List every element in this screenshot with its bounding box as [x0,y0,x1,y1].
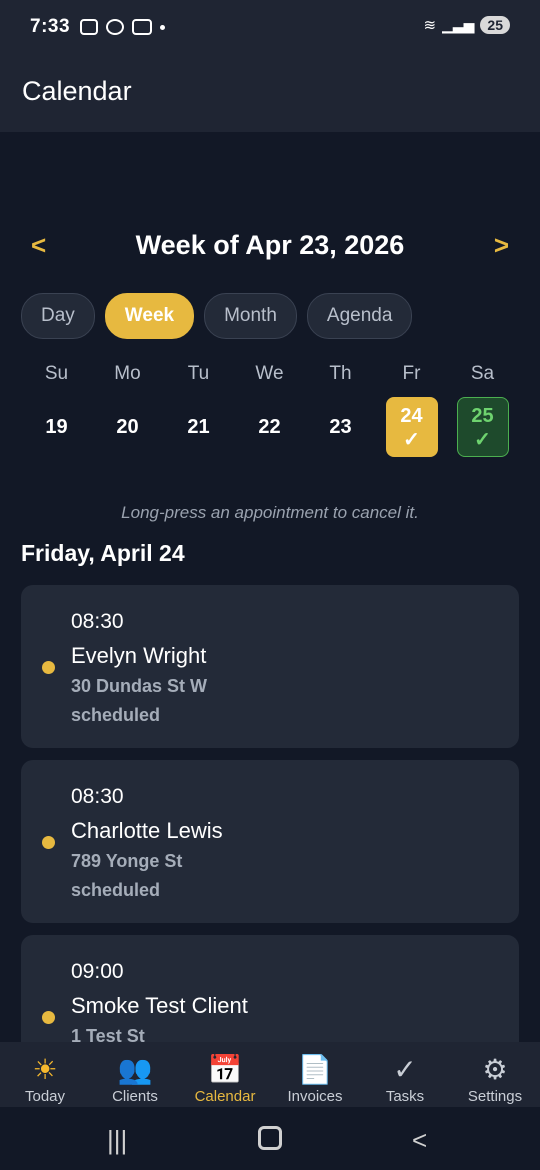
date-cell-22[interactable]: 22 [234,397,305,457]
app-bar: Calendar [0,52,540,132]
tab-calendar[interactable]: 📅 Calendar [180,1042,270,1107]
screenshot-icon [80,19,98,35]
tab-label: Tasks [385,1088,425,1105]
calendar-icon: 📅 [207,1054,243,1085]
appointment-list: 08:30 Evelyn Wright 30 Dundas St W sched… [21,585,519,1110]
tab-label: Invoices [287,1088,343,1105]
home-icon[interactable] [258,1126,282,1150]
tab-tasks[interactable]: ✓ Tasks [360,1042,450,1107]
tab-agenda[interactable]: Agenda [306,293,413,339]
page-title: Calendar [22,76,132,106]
back-icon[interactable]: < [412,1125,427,1156]
date-number: 24 [400,404,423,427]
date-cell-25[interactable]: 25 ✓ [447,397,518,457]
date-number: 20 [116,415,139,438]
status-time: 7:33 [30,16,71,37]
battery-indicator: 25 [480,16,510,34]
status-dot [42,836,55,849]
date-number: 19 [45,415,68,438]
people-icon: 👥 [117,1054,153,1085]
date-cell-19[interactable]: 19 [21,397,92,457]
status-system-icons: ≋ ▁▃▅ 25 [424,16,510,34]
app-notification-icon [106,19,124,35]
completed-date: 25 ✓ [456,397,509,457]
gear-icon: ⚙ [482,1054,508,1085]
appointment-time: 08:30 [71,610,124,633]
client-address: 789 Yonge St [71,851,183,871]
cancel-hint: Long-press an appointment to cancel it. [121,503,419,522]
recent-apps-icon[interactable]: ||| [107,1125,127,1156]
date-cell-24[interactable]: 24 ✓ [376,397,447,457]
weekday-label: Fr [402,363,421,384]
client-name: Smoke Test Client [71,993,248,1018]
day-heading: Friday, April 24 [21,540,185,566]
weekday-header: Su Mo Tu We Th Fr Sa [21,363,519,385]
status-bar: 7:33 ≋ ▁▃▅ 25 [0,0,540,52]
sun-icon: ☀ [32,1054,58,1085]
appointment-time: 08:30 [71,785,124,808]
weekday-label: Th [329,363,352,384]
tab-settings[interactable]: ⚙ Settings [450,1042,540,1107]
bottom-tab-bar: ☀ Today 👥 Clients 📅 Calendar 📄 Invoices … [0,1042,540,1107]
weekday-label: We [255,363,284,384]
date-number: 22 [258,415,281,438]
checkmark-icon: ✓ [393,1054,417,1085]
appointment-card[interactable]: 08:30 Evelyn Wright 30 Dundas St W sched… [21,585,519,748]
status-dot [42,1011,55,1024]
appointment-status: scheduled [71,880,161,900]
date-number: 23 [329,415,352,438]
week-title: Week of Apr 23, 2026 [135,230,405,260]
tab-label: Today [24,1088,66,1105]
tab-label: Settings [467,1088,523,1105]
tab-week[interactable]: Week [104,293,195,339]
weekday-label: Mo [114,363,141,384]
check-icon: ✓ [403,428,420,451]
check-icon: ✓ [474,428,491,451]
next-week-button[interactable]: > [494,230,509,261]
client-address: 30 Dundas St W [71,676,208,696]
selected-date: 24 ✓ [385,397,438,457]
tab-invoices[interactable]: 📄 Invoices [270,1042,360,1107]
signal-icon: ▁▃▅ [442,16,475,33]
weekday-label: Tu [187,363,210,384]
appointment-card[interactable]: 08:30 Charlotte Lewis 789 Yonge St sched… [21,760,519,923]
week-navigation: < Week of Apr 23, 2026 > [0,228,540,268]
tab-month[interactable]: Month [204,293,297,339]
client-name: Charlotte Lewis [71,818,223,843]
date-number: 25 [471,404,494,427]
status-dot [42,661,55,674]
client-name: Evelyn Wright [71,643,207,668]
weekday-label: Sa [470,363,495,384]
tab-label: Clients [112,1088,158,1105]
view-mode-tabs: Day Week Month Agenda [21,293,413,339]
date-cell-23[interactable]: 23 [305,397,376,457]
tab-day[interactable]: Day [21,293,95,339]
system-navigation-bar: ||| < [0,1107,540,1170]
appointment-time: 09:00 [71,960,124,983]
wifi-icon: ≋ [423,17,437,34]
weekday-label: Su [44,363,69,384]
cast-icon [132,19,152,35]
appointment-status: scheduled [71,705,161,725]
tab-label: Calendar [194,1088,256,1105]
more-notifications-dot [160,24,165,30]
document-icon: 📄 [297,1054,333,1085]
tab-clients[interactable]: 👥 Clients [90,1042,180,1107]
status-notification-icons [80,17,165,37]
tab-today[interactable]: ☀ Today [0,1042,90,1107]
date-cell-21[interactable]: 21 [163,397,234,457]
date-cell-20[interactable]: 20 [92,397,163,457]
week-dates: 19 20 21 22 23 24 ✓ 25 ✓ [21,397,519,457]
date-number: 21 [187,415,210,438]
